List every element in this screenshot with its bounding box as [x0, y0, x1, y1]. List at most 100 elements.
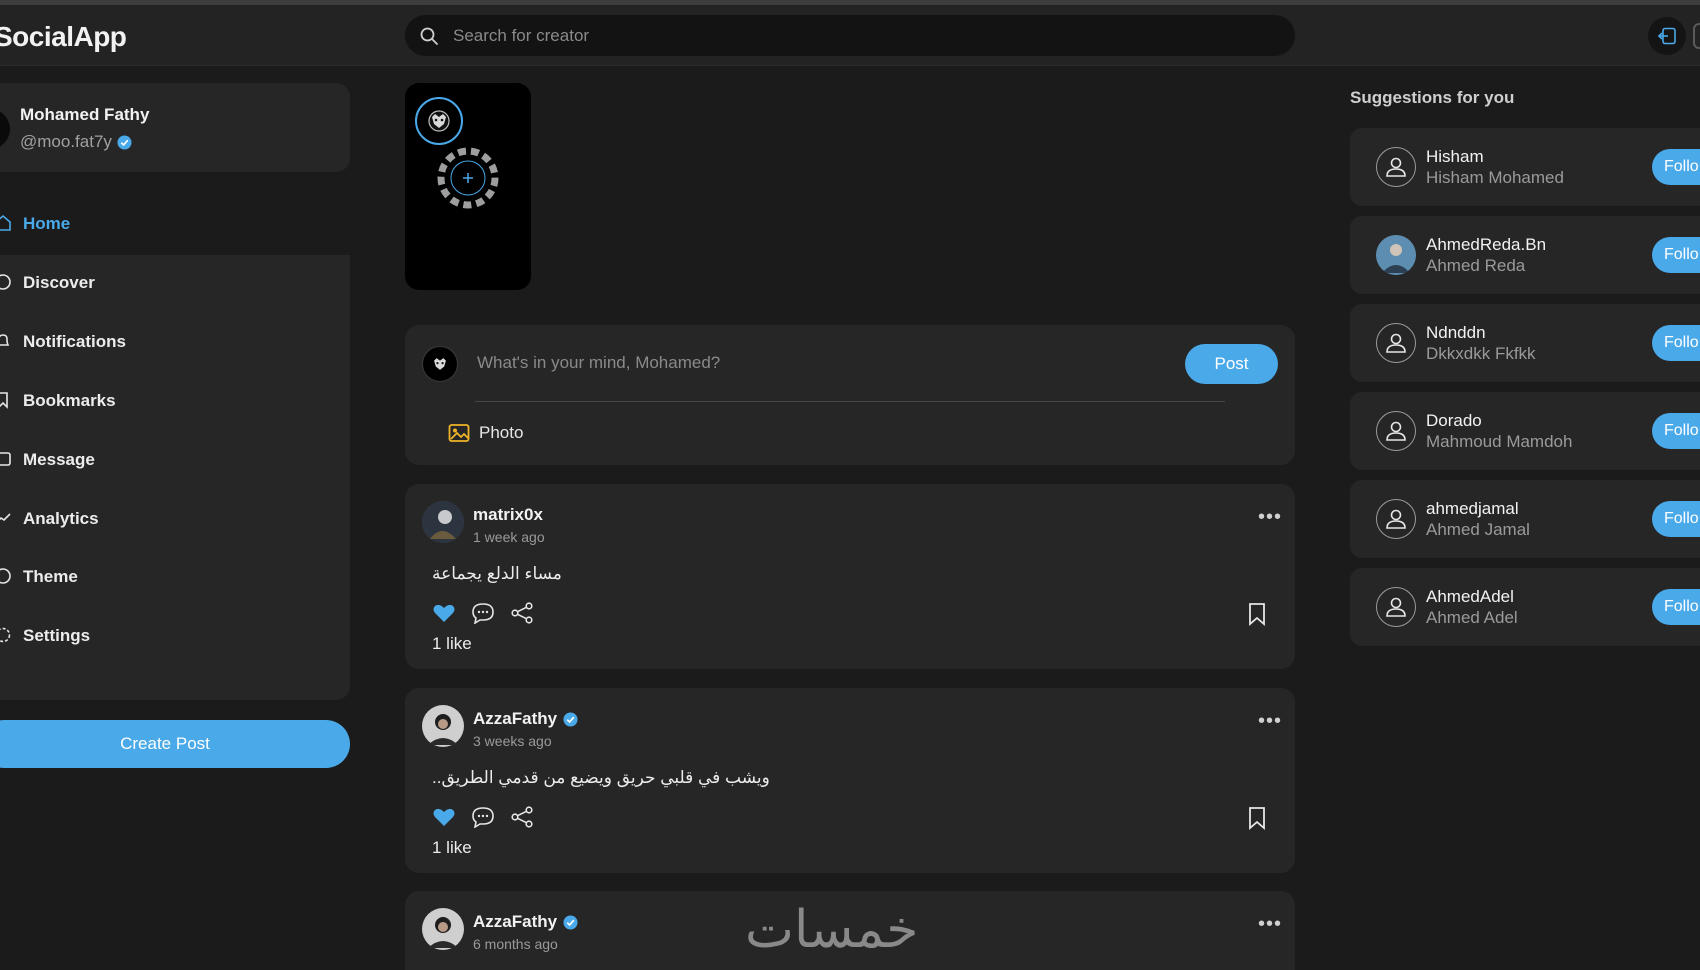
avatar[interactable]	[1376, 411, 1416, 451]
avatar[interactable]	[1376, 499, 1416, 539]
sidebar-item-analytics[interactable]: Analytics	[0, 487, 350, 550]
story-card[interactable]	[405, 83, 531, 290]
profile-handle: @moo.fat7y	[20, 132, 112, 151]
bell-icon	[0, 334, 10, 346]
heart-icon[interactable]	[432, 602, 456, 624]
follow-button[interactable]: Follo	[1652, 589, 1700, 625]
bookmark-icon	[0, 392, 8, 409]
follow-button[interactable]: Follo	[1652, 149, 1700, 185]
sidebar-item-bookmarks[interactable]: Bookmarks	[0, 369, 350, 432]
user-photo-icon	[1376, 235, 1416, 275]
sidebar-item-label: Theme	[23, 566, 78, 586]
post-author-row: matrix0x	[473, 505, 543, 525]
follow-button[interactable]: Follo	[1652, 413, 1700, 449]
add-photo-button[interactable]: Photo	[448, 423, 523, 443]
analytics-icon	[0, 513, 11, 522]
logout-button[interactable]	[1648, 17, 1686, 55]
suggestion-username[interactable]: AhmedReda.Bn	[1426, 235, 1546, 255]
suggestion-username[interactable]: ahmedjamal	[1426, 499, 1519, 519]
sidebar-item-notifications[interactable]: Notifications	[0, 310, 350, 373]
user-photo-icon	[422, 908, 464, 950]
heart-icon[interactable]	[432, 806, 456, 828]
follow-button[interactable]: Follo	[1652, 237, 1700, 273]
suggestion-card: Dorado Mahmoud Mamdoh Follo	[1350, 392, 1700, 470]
sidebar-item-label: Bookmarks	[23, 390, 116, 410]
post-text-input[interactable]	[477, 339, 1167, 387]
post-button[interactable]: Post	[1185, 344, 1278, 384]
suggestion-username[interactable]: AhmedAdel	[1426, 587, 1514, 607]
user-icon	[1386, 421, 1406, 441]
suggestion-name: Ahmed Reda	[1426, 256, 1526, 275]
avatar[interactable]	[1376, 235, 1416, 275]
more-options-icon[interactable]: •••	[1258, 913, 1282, 936]
avatar[interactable]	[1376, 587, 1416, 627]
bookmark-icon[interactable]	[1247, 806, 1267, 830]
post-actions	[432, 602, 534, 624]
gear-icon	[0, 627, 11, 643]
post-card: matrix0x 1 week ago ••• مساء الدلع يجماع…	[405, 484, 1295, 669]
user-photo-icon	[422, 705, 464, 747]
home-icon	[0, 214, 11, 231]
search-input[interactable]	[453, 15, 1273, 56]
add-story-icon[interactable]	[435, 145, 501, 211]
user-icon	[1386, 157, 1406, 177]
sidebar-item-label: Home	[23, 213, 71, 233]
search-icon	[420, 27, 438, 45]
suggestion-name: Hisham Mohamed	[1426, 168, 1564, 187]
suggestion-card: ahmedjamal Ahmed Jamal Follo	[1350, 480, 1700, 558]
header-edge-icon[interactable]	[1693, 23, 1700, 49]
sidebar-item-discover[interactable]: Discover	[0, 251, 350, 314]
more-options-icon[interactable]: •••	[1258, 506, 1282, 529]
suggestion-username[interactable]: Ndnddn	[1426, 323, 1486, 343]
avatar[interactable]	[0, 109, 10, 149]
verified-badge-icon	[563, 914, 578, 930]
follow-button[interactable]: Follo	[1652, 501, 1700, 537]
create-post-button[interactable]: Create Post	[0, 720, 350, 768]
verified-badge-icon	[117, 134, 132, 150]
sidebar-item-theme[interactable]: Theme	[0, 545, 350, 608]
share-icon[interactable]	[510, 806, 534, 828]
story-avatar[interactable]	[415, 97, 463, 145]
post-author[interactable]: matrix0x	[473, 505, 543, 525]
more-options-icon[interactable]: •••	[1258, 710, 1282, 733]
suggestions-title: Suggestions for you	[1350, 88, 1515, 107]
avatar[interactable]	[1376, 323, 1416, 363]
app-logo[interactable]: SocialApp	[0, 21, 127, 53]
user-icon	[1386, 597, 1406, 617]
comment-icon[interactable]	[471, 602, 495, 624]
profile-card[interactable]: Mohamed Fathy @moo.fat7y	[0, 83, 350, 172]
sidebar-item-label: Analytics	[23, 508, 99, 528]
user-photo-icon	[422, 501, 464, 543]
like-count[interactable]: 1 like	[432, 634, 472, 654]
sidebar-item-label: Settings	[23, 625, 91, 645]
sidebar-item-message[interactable]: Message	[0, 428, 350, 491]
avatar[interactable]	[1376, 147, 1416, 187]
sidebar-item-home[interactable]: Home	[0, 192, 350, 255]
avatar[interactable]	[422, 705, 464, 747]
follow-button[interactable]: Follo	[1652, 325, 1700, 361]
suggestion-username[interactable]: Hisham	[1426, 147, 1484, 167]
sidebar-item-settings[interactable]: Settings	[0, 604, 350, 667]
avatar	[422, 346, 458, 382]
photo-label: Photo	[479, 423, 524, 442]
suggestion-card: AhmedReda.Bn Ahmed Reda Follo	[1350, 216, 1700, 294]
share-icon[interactable]	[510, 602, 534, 624]
like-count[interactable]: 1 like	[432, 838, 472, 858]
user-icon	[1386, 509, 1406, 529]
comment-icon[interactable]	[471, 806, 495, 828]
bookmark-icon[interactable]	[1247, 602, 1267, 626]
suggestion-username[interactable]: Dorado	[1426, 411, 1482, 431]
sidebar-item-label: Discover	[23, 272, 95, 292]
avatar[interactable]	[422, 501, 464, 543]
suggestion-name: Mahmoud Mamdoh	[1426, 432, 1573, 451]
compass-icon	[0, 274, 11, 290]
post-text: ويشب في قلبي حريق ويضيع من قدمي الطريق..	[432, 768, 770, 787]
search-bar[interactable]	[405, 15, 1295, 56]
post-author[interactable]: AzzaFathy	[473, 912, 557, 932]
logout-icon	[1657, 27, 1676, 45]
post-text: مساء الدلع يجماعة	[432, 564, 562, 583]
divider	[475, 401, 1225, 402]
post-author[interactable]: AzzaFathy	[473, 709, 557, 729]
user-icon	[1386, 333, 1406, 353]
avatar[interactable]	[422, 908, 464, 950]
